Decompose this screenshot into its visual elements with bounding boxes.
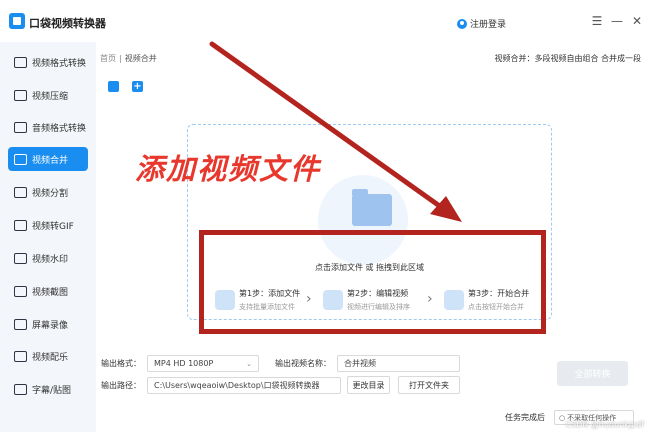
annotation-arrow-icon — [209, 41, 462, 222]
